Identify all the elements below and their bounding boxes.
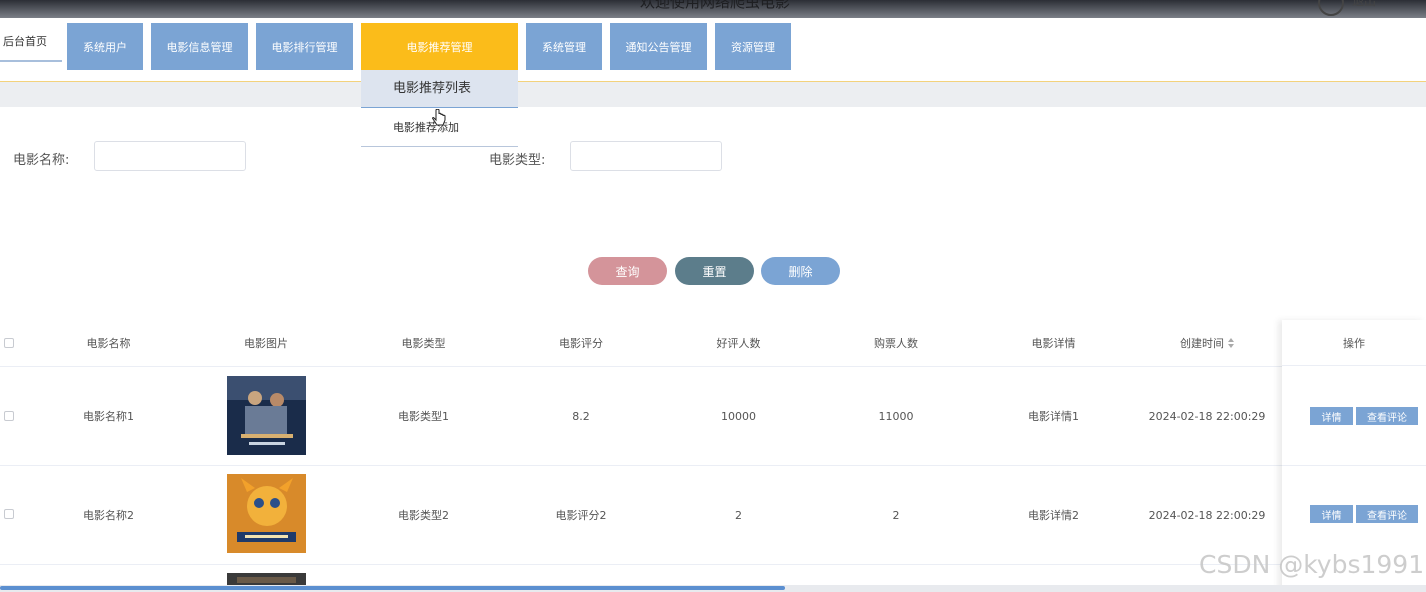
cell-movie-score: 8.2: [572, 409, 590, 423]
col-operations: 操作: [1282, 320, 1426, 366]
cell-movie-name: 电影名称2: [83, 509, 134, 522]
cell-movie-detail: 电影详情1: [1028, 410, 1079, 423]
cell-movie-score: 电影评分2: [555, 509, 607, 522]
horizontal-scrollbar-thumb[interactable]: [0, 586, 785, 590]
select-all-checkbox[interactable]: [4, 338, 14, 348]
col-created-time[interactable]: 创建时间: [1132, 320, 1282, 366]
view-comments-button[interactable]: 查看评论: [1356, 407, 1418, 425]
top-header-bar: 欢迎使用网络爬虫电影 退出: [0, 0, 1426, 18]
movie-type-input[interactable]: [570, 141, 722, 171]
delete-button[interactable]: 删除: [761, 257, 840, 285]
nav-item-notice-manage[interactable]: 通知公告管理: [610, 23, 707, 70]
movie-name-input[interactable]: [94, 141, 246, 171]
cell-created-time: 2024-02-18 22:00:29: [1148, 409, 1266, 423]
cell-movie-detail: 电影详情2: [1028, 509, 1079, 522]
table-header: 电影名称 电影图片 电影类型 电影评分 好评人数 购票人数 电影详情 创建时间: [0, 320, 1426, 367]
view-comments-button[interactable]: 查看评论: [1356, 505, 1418, 523]
breadcrumb-band: [0, 82, 1426, 107]
nav-item-resource-manage[interactable]: 资源管理: [715, 23, 791, 70]
movie-name-label: 电影名称:: [13, 153, 70, 168]
query-button[interactable]: 查询: [588, 257, 667, 285]
nav-item-movie-recommend[interactable]: 电影推荐管理: [361, 23, 518, 70]
nav-item-system-users[interactable]: 系统用户: [67, 23, 143, 70]
logout-link[interactable]: 退出: [1352, 0, 1376, 9]
col-movie-score: 电影评分: [559, 337, 603, 350]
detail-button[interactable]: 详情: [1310, 505, 1353, 523]
nav-item-movie-info[interactable]: 电影信息管理: [151, 23, 248, 70]
detail-button[interactable]: 详情: [1310, 407, 1353, 425]
cell-movie-name: 电影名称1: [83, 410, 134, 423]
reset-button[interactable]: 重置: [675, 257, 754, 285]
cell-good-count: 2: [735, 508, 742, 522]
col-movie-image: 电影图片: [244, 337, 288, 350]
dropdown-item-recommend-list[interactable]: 电影推荐列表: [361, 70, 518, 108]
col-movie-type: 电影类型: [401, 337, 446, 350]
cell-good-count: 10000: [721, 409, 756, 423]
cell-ticket-count: 2: [892, 508, 900, 522]
table-row: 电影名称1 电影类型1 8.2 10000 11000 电影详情1 2024-0…: [0, 367, 1426, 466]
cell-movie-type: 电影类型1: [398, 410, 449, 423]
nav-item-system-manage[interactable]: 系统管理: [526, 23, 602, 70]
movie-poster-image: [227, 474, 306, 553]
hand-cursor-icon: [432, 109, 446, 126]
user-avatar-icon[interactable]: [1318, 0, 1344, 16]
watermark: CSDN @kybs1991: [1199, 550, 1425, 579]
col-movie-name: 电影名称: [86, 337, 131, 350]
movie-type-label: 电影类型:: [489, 153, 546, 168]
cell-ticket-count: 11000: [878, 409, 914, 423]
recommend-dropdown-menu: 电影推荐列表 电影推荐添加: [361, 70, 518, 148]
col-movie-detail: 电影详情: [1031, 337, 1076, 350]
movie-poster-image: [227, 376, 306, 455]
col-ticket-count: 购票人数: [874, 337, 918, 350]
cell-movie-type: 电影类型2: [398, 509, 449, 522]
nav-item-movie-ranking[interactable]: 电影排行管理: [256, 23, 353, 70]
col-good-count: 好评人数: [716, 337, 761, 350]
row-checkbox[interactable]: [4, 509, 14, 519]
row-divider: [1282, 465, 1426, 466]
col-created-time-label: 创建时间: [1180, 337, 1224, 350]
site-title: 欢迎使用网络爬虫电影: [640, 0, 791, 11]
nav-home-link[interactable]: 后台首页: [0, 30, 62, 62]
sort-icon[interactable]: [1228, 338, 1234, 348]
row-checkbox[interactable]: [4, 411, 14, 421]
